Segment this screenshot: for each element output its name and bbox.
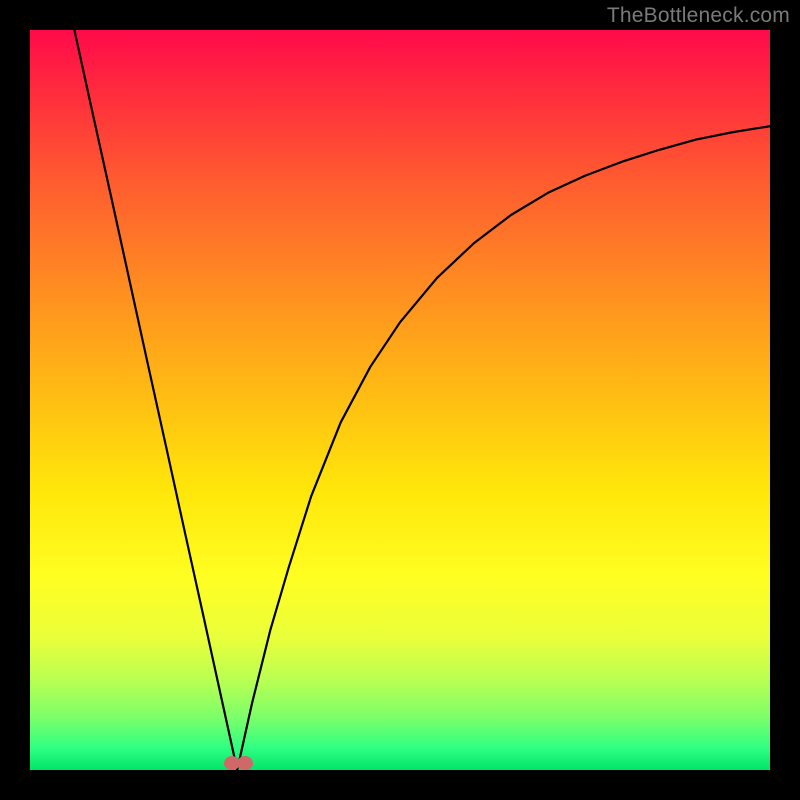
chart-plot-area: [30, 30, 770, 770]
curve-path: [74, 30, 770, 770]
vertex-dot-b: [237, 756, 253, 770]
watermark-text: TheBottleneck.com: [607, 4, 790, 28]
chart-frame: TheBottleneck.com: [0, 0, 800, 800]
chart-curve-svg: [30, 30, 770, 770]
